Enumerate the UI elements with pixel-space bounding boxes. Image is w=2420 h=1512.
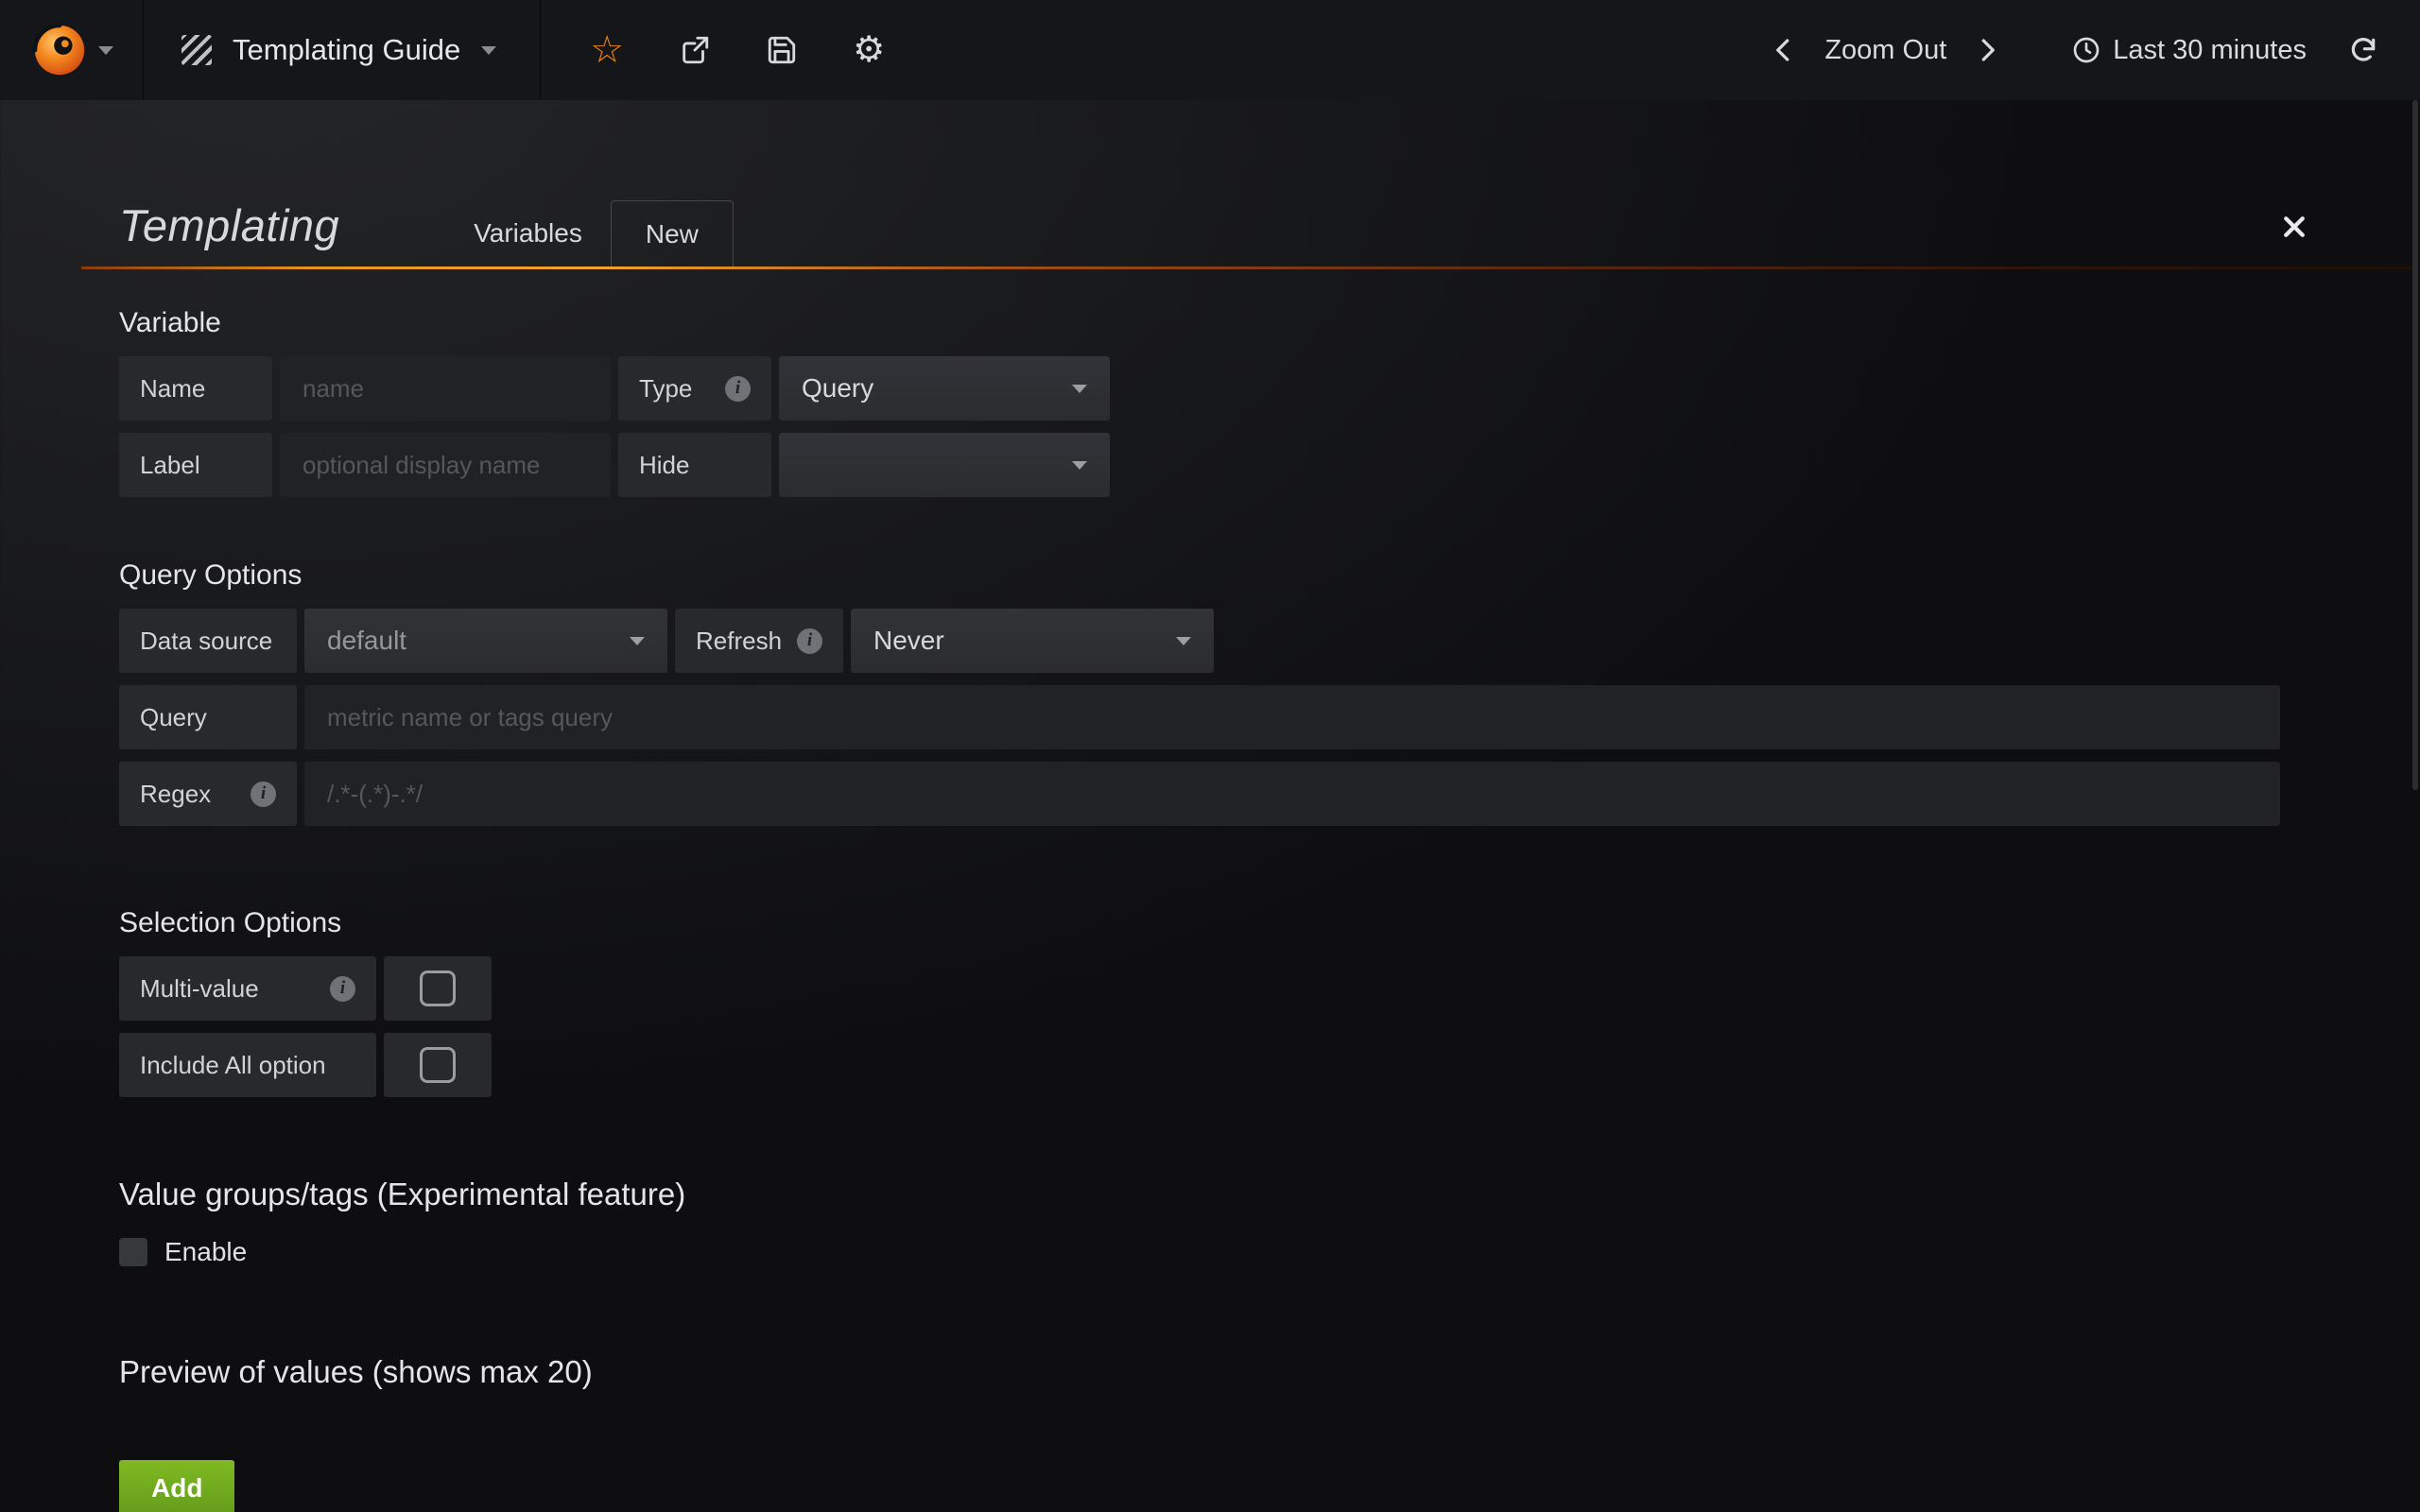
hide-select[interactable] bbox=[779, 433, 1110, 497]
query-row: Query bbox=[119, 685, 2420, 749]
data-source-label: Data source bbox=[119, 609, 297, 673]
refresh-label-text: Refresh bbox=[696, 627, 782, 656]
type-info-icon[interactable]: i bbox=[725, 376, 751, 402]
type-label: Type i bbox=[618, 356, 771, 421]
multi-value-label: Multi-value i bbox=[119, 956, 376, 1021]
regex-label-text: Regex bbox=[140, 780, 211, 809]
name-label: Name bbox=[119, 356, 272, 421]
dashboard-title: Templating Guide bbox=[233, 33, 460, 67]
multi-value-info-icon[interactable]: i bbox=[330, 976, 355, 1002]
close-icon[interactable] bbox=[2280, 213, 2308, 246]
settings-gear-icon[interactable]: ⚙ bbox=[853, 32, 885, 68]
dashboard-actions: ☆ ⚙ bbox=[541, 0, 885, 100]
type-select-value: Query bbox=[802, 373, 873, 404]
multi-value-row: Multi-value i bbox=[119, 956, 2420, 1021]
value-groups-heading: Value groups/tags (Experimental feature) bbox=[119, 1177, 2420, 1212]
share-icon[interactable] bbox=[679, 34, 711, 66]
dashboard-picker[interactable]: Templating Guide bbox=[144, 0, 541, 100]
chevron-down-icon bbox=[1072, 461, 1087, 470]
header-divider bbox=[81, 266, 2416, 269]
regex-label: Regex i bbox=[119, 762, 297, 826]
chevron-down-icon bbox=[1176, 637, 1191, 645]
enable-label: Enable bbox=[164, 1237, 247, 1267]
refresh-label: Refresh i bbox=[675, 609, 843, 673]
top-navbar: Templating Guide ☆ ⚙ Zoom Out Last 30 mi… bbox=[0, 0, 2420, 100]
clock-icon bbox=[2071, 35, 2101, 65]
multi-value-checkbox-cell[interactable] bbox=[384, 956, 492, 1021]
regex-info-icon[interactable]: i bbox=[251, 782, 276, 807]
query-options-heading: Query Options bbox=[119, 559, 2420, 592]
include-all-checkbox[interactable] bbox=[420, 1047, 456, 1083]
query-input[interactable] bbox=[304, 685, 2280, 749]
dashboard-caret-icon bbox=[481, 46, 496, 55]
time-shift-right-icon[interactable] bbox=[1973, 36, 2001, 64]
multi-value-checkbox[interactable] bbox=[420, 971, 456, 1006]
add-button[interactable]: Add bbox=[119, 1460, 234, 1512]
star-icon[interactable]: ☆ bbox=[590, 31, 624, 69]
time-range-picker[interactable]: Last 30 minutes bbox=[2071, 35, 2307, 66]
refresh-select[interactable]: Never bbox=[851, 609, 1214, 673]
page-header: Templating Variables New bbox=[119, 191, 2420, 266]
include-all-label: Include All option bbox=[119, 1033, 376, 1097]
time-range-label: Last 30 minutes bbox=[2113, 35, 2307, 66]
data-source-value: default bbox=[327, 626, 406, 656]
chevron-down-icon bbox=[630, 637, 645, 645]
include-all-row: Include All option bbox=[119, 1033, 2420, 1097]
tab-new[interactable]: New bbox=[611, 200, 734, 266]
include-all-checkbox-cell[interactable] bbox=[384, 1033, 492, 1097]
enable-row[interactable]: Enable bbox=[119, 1237, 2420, 1267]
type-label-text: Type bbox=[639, 374, 692, 404]
label-label: Label bbox=[119, 433, 272, 497]
query-label: Query bbox=[119, 685, 297, 749]
dashboard-grid-icon bbox=[182, 35, 212, 65]
time-controls: Zoom Out Last 30 minutes bbox=[1770, 0, 2420, 100]
chevron-down-icon bbox=[1072, 385, 1087, 393]
regex-input[interactable] bbox=[304, 762, 2280, 826]
time-shift-left-icon[interactable] bbox=[1770, 36, 1798, 64]
tabs: Variables New bbox=[445, 200, 734, 266]
multi-value-label-text: Multi-value bbox=[140, 974, 259, 1004]
hide-label: Hide bbox=[618, 433, 771, 497]
logo-caret-icon bbox=[98, 46, 113, 55]
selection-options-heading: Selection Options bbox=[119, 907, 2420, 939]
zoom-out-button[interactable]: Zoom Out bbox=[1824, 35, 1946, 66]
grafana-logo-menu[interactable] bbox=[0, 0, 144, 100]
tab-variables[interactable]: Variables bbox=[445, 200, 611, 266]
refresh-info-icon[interactable]: i bbox=[797, 628, 822, 654]
refresh-icon[interactable] bbox=[2348, 35, 2378, 65]
name-input[interactable] bbox=[280, 356, 611, 421]
page-title: Templating bbox=[119, 199, 339, 266]
regex-row: Regex i bbox=[119, 762, 2420, 826]
type-select[interactable]: Query bbox=[779, 356, 1110, 421]
variable-section-heading: Variable bbox=[119, 307, 2420, 339]
datasource-row: Data source default Refresh i Never bbox=[119, 609, 2420, 673]
label-input[interactable] bbox=[280, 433, 611, 497]
data-source-select[interactable]: default bbox=[304, 609, 667, 673]
templating-editor: Templating Variables New Variable Name T… bbox=[0, 100, 2420, 1512]
scrollbar-thumb[interactable] bbox=[2412, 100, 2418, 790]
preview-heading: Preview of values (shows max 20) bbox=[119, 1354, 2420, 1390]
enable-checkbox[interactable] bbox=[119, 1238, 147, 1266]
save-icon[interactable] bbox=[766, 34, 798, 66]
variable-name-row: Name Type i Query bbox=[119, 356, 2420, 421]
refresh-select-value: Never bbox=[873, 626, 944, 656]
grafana-logo-icon bbox=[30, 21, 89, 79]
variable-label-row: Label Hide bbox=[119, 433, 2420, 497]
